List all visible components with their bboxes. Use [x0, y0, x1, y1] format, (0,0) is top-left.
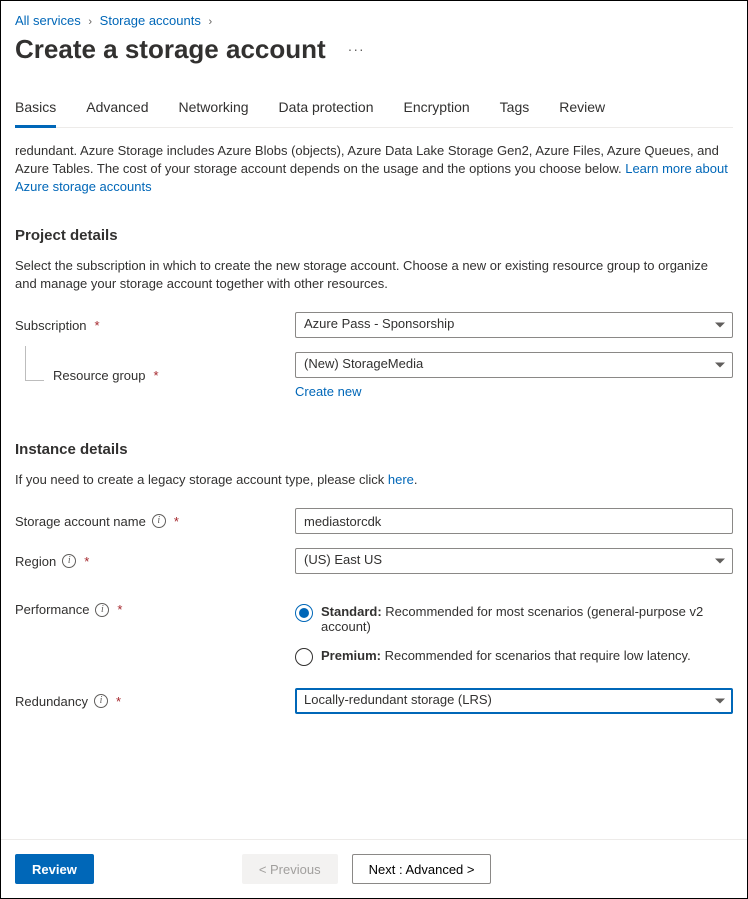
- section-instance-details: Instance details: [15, 441, 733, 458]
- create-new-resource-group-link[interactable]: Create new: [295, 384, 361, 399]
- tab-data-protection[interactable]: Data protection: [279, 93, 374, 127]
- page-title: Create a storage account: [15, 34, 326, 65]
- more-actions-icon[interactable]: ···: [344, 37, 369, 61]
- region-label: Region i *: [15, 554, 295, 569]
- resource-group-label: Resource group*: [15, 368, 295, 383]
- project-details-desc: Select the subscription in which to crea…: [15, 257, 733, 295]
- radio-icon: [295, 648, 313, 666]
- info-icon[interactable]: i: [94, 694, 108, 708]
- intro-text: redundant. Azure Storage includes Azure …: [15, 142, 733, 197]
- redundancy-label: Redundancy i *: [15, 694, 295, 709]
- performance-standard-radio[interactable]: Standard: Recommended for most scenarios…: [295, 604, 733, 634]
- chevron-right-icon: ›: [88, 16, 92, 28]
- section-project-details: Project details: [15, 227, 733, 244]
- previous-button[interactable]: < Previous: [242, 854, 338, 884]
- breadcrumb: All services › Storage accounts ›: [15, 11, 733, 28]
- intro-text-body: redundant. Azure Storage includes Azure …: [15, 143, 719, 176]
- performance-premium-text: Premium: Recommended for scenarios that …: [321, 648, 691, 663]
- wizard-footer: Review < Previous Next : Advanced >: [1, 839, 747, 898]
- tab-encryption[interactable]: Encryption: [404, 93, 470, 127]
- tab-networking[interactable]: Networking: [179, 93, 249, 127]
- subscription-select[interactable]: Azure Pass - Sponsorship: [295, 312, 733, 338]
- subscription-label: Subscription*: [15, 318, 295, 333]
- tab-bar: Basics Advanced Networking Data protecti…: [15, 93, 733, 128]
- info-icon[interactable]: i: [62, 554, 76, 568]
- legacy-account-note: If you need to create a legacy storage a…: [15, 471, 733, 490]
- info-icon[interactable]: i: [95, 603, 109, 617]
- breadcrumb-all-services[interactable]: All services: [15, 13, 81, 28]
- chevron-right-icon: ›: [208, 16, 212, 28]
- tab-tags[interactable]: Tags: [500, 93, 530, 127]
- redundancy-select[interactable]: Locally-redundant storage (LRS): [295, 688, 733, 714]
- region-select[interactable]: (US) East US: [295, 548, 733, 574]
- performance-label: Performance i *: [15, 602, 295, 617]
- tab-advanced[interactable]: Advanced: [86, 93, 148, 127]
- next-advanced-button[interactable]: Next : Advanced >: [352, 854, 492, 884]
- storage-account-name-label: Storage account name i *: [15, 514, 295, 529]
- tab-review[interactable]: Review: [559, 93, 605, 127]
- storage-account-name-input[interactable]: [295, 508, 733, 534]
- performance-standard-text: Standard: Recommended for most scenarios…: [321, 604, 733, 634]
- review-button[interactable]: Review: [15, 854, 94, 884]
- breadcrumb-storage-accounts[interactable]: Storage accounts: [100, 13, 201, 28]
- info-icon[interactable]: i: [152, 514, 166, 528]
- radio-icon: [295, 604, 313, 622]
- legacy-here-link[interactable]: here: [388, 472, 414, 487]
- performance-premium-radio[interactable]: Premium: Recommended for scenarios that …: [295, 648, 733, 666]
- tab-basics[interactable]: Basics: [15, 93, 56, 128]
- resource-group-select[interactable]: (New) StorageMedia: [295, 352, 733, 378]
